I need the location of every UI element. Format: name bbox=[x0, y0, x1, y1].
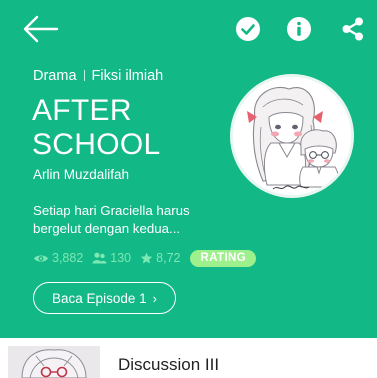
genre-label[interactable]: Drama bbox=[33, 68, 77, 84]
synopsis-line: bergelut dengan kedua... bbox=[33, 221, 181, 236]
genre-label[interactable]: Fiksi ilmiah bbox=[92, 68, 164, 84]
episode-thumbnail-art bbox=[8, 346, 100, 378]
info-icon[interactable] bbox=[286, 16, 312, 42]
read-episode-label: Baca Episode 1 bbox=[52, 290, 147, 306]
likes-stat: 130 bbox=[92, 251, 131, 265]
synopsis-line: Setiap hari Graciella harus bbox=[33, 203, 190, 218]
series-header: Drama Fiksi ilmiah AFTER SCHOOL Arlin Muz… bbox=[0, 0, 377, 338]
series-title-line: AFTER bbox=[32, 94, 132, 127]
synopsis[interactable]: Setiap hari Graciella harus bergelut den… bbox=[33, 202, 233, 238]
episode-thumbnail bbox=[8, 346, 100, 378]
rating-button[interactable]: RATING bbox=[190, 249, 257, 267]
check-circle-icon[interactable] bbox=[235, 16, 261, 42]
series-cover-art bbox=[230, 74, 354, 198]
series-title-line: SCHOOL bbox=[32, 128, 161, 161]
series-title: AFTER SCHOOL bbox=[32, 94, 222, 162]
rating-stat: 8,72 bbox=[140, 251, 180, 265]
episode-list-item[interactable]: Discussion III bbox=[0, 338, 377, 378]
author-name[interactable]: Arlin Muzdalifah bbox=[33, 167, 129, 182]
cover-illustration bbox=[233, 77, 351, 195]
star-icon bbox=[140, 252, 153, 264]
genre-list: Drama Fiksi ilmiah bbox=[33, 68, 163, 84]
stats-row: 3,882 130 8,72 RATING bbox=[33, 249, 257, 267]
people-icon bbox=[92, 252, 107, 264]
eye-icon bbox=[34, 255, 48, 261]
rating-value: 8,72 bbox=[156, 251, 181, 265]
share-icon[interactable] bbox=[340, 16, 366, 42]
genre-divider bbox=[83, 70, 85, 81]
views-stat: 3,882 bbox=[33, 251, 83, 265]
top-toolbar bbox=[0, 0, 377, 60]
arrow-left-icon[interactable] bbox=[22, 13, 60, 45]
read-episode-button[interactable]: Baca Episode 1 › bbox=[33, 282, 176, 314]
chevron-right-icon: › bbox=[152, 290, 157, 306]
episode-title: Discussion III bbox=[118, 355, 220, 374]
views-count: 3,882 bbox=[52, 251, 84, 265]
likes-count: 130 bbox=[110, 251, 132, 265]
